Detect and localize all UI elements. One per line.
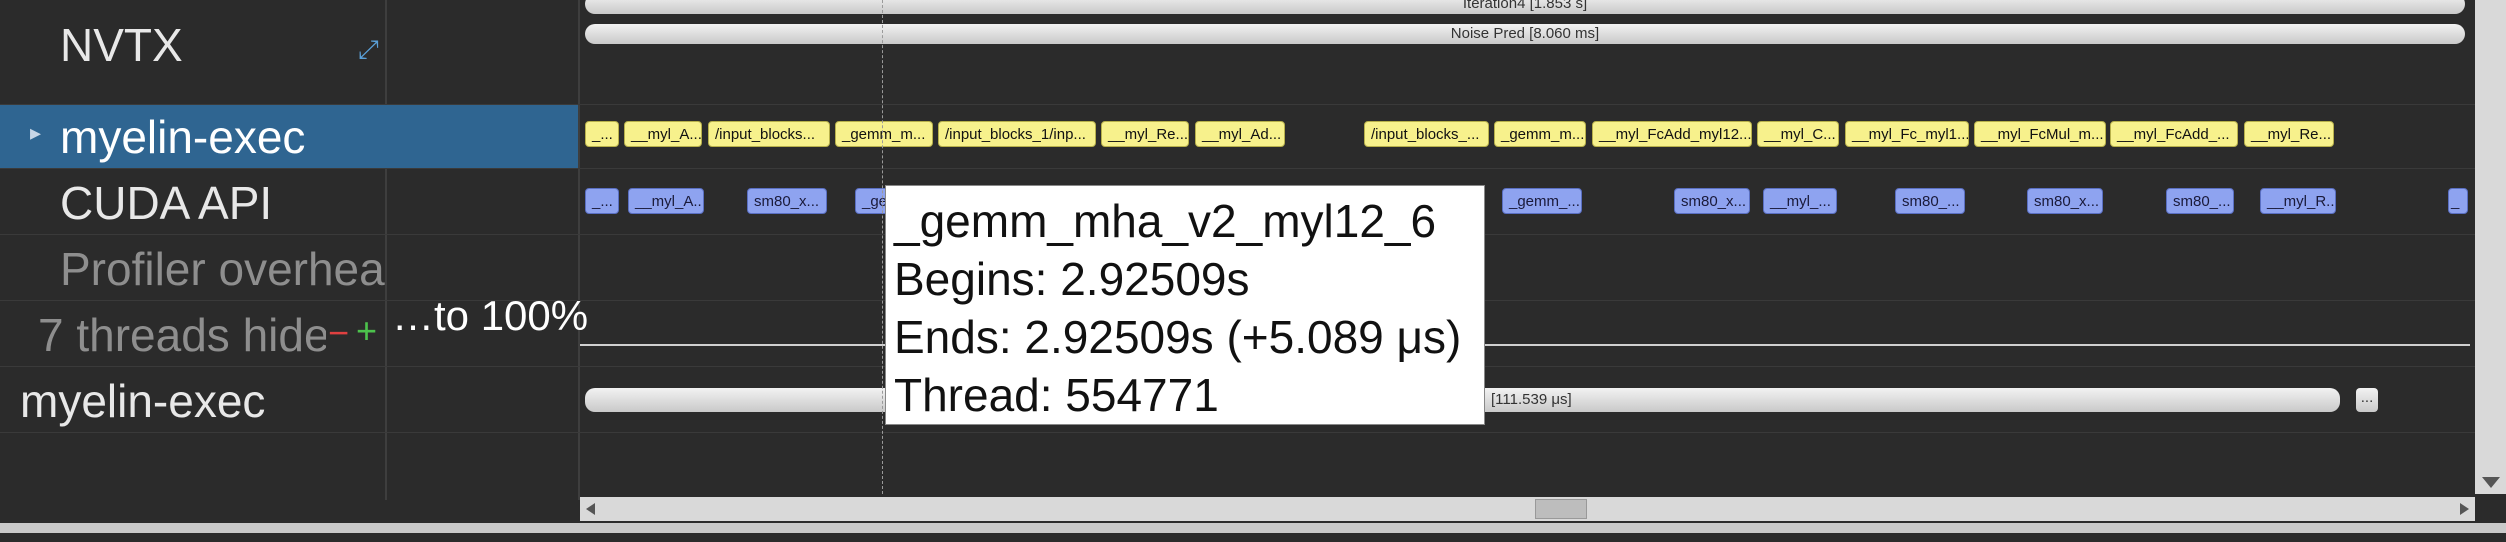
- horizontal-scrollbar[interactable]: [580, 497, 2475, 521]
- row-label-myelin-exec-thread[interactable]: myelin-exec: [20, 374, 265, 428]
- vertical-scrollbar[interactable]: [2475, 0, 2506, 494]
- kernel-range[interactable]: _gemm_m...: [835, 121, 933, 147]
- time-cursor-line: [882, 0, 883, 494]
- kernel-tooltip: _gemm_mha_v2_myl12_6 Begins: 2.92509s En…: [885, 185, 1485, 425]
- kernel-range[interactable]: __myl_Ad...: [1195, 121, 1285, 147]
- kernel-range[interactable]: /input_blocks...: [708, 121, 830, 147]
- kernel-range[interactable]: __myl_Fc_myl1...: [1845, 121, 1969, 147]
- cuda-api-call[interactable]: __myl_...: [1763, 188, 1837, 214]
- kernel-range[interactable]: _gemm_m...: [1494, 121, 1586, 147]
- kernel-range[interactable]: __myl_Re...: [2244, 121, 2334, 147]
- cuda-api-call[interactable]: __myl_A...: [628, 188, 704, 214]
- cuda-api-call[interactable]: sm80_x...: [1674, 188, 1750, 214]
- row-label-cuda-api[interactable]: CUDA API: [60, 176, 272, 230]
- kernel-range[interactable]: /input_blocks_...: [1364, 121, 1489, 147]
- scroll-right-arrow-icon[interactable]: [2460, 503, 2469, 515]
- row-label-myelin-exec[interactable]: myelin-exec: [60, 110, 305, 164]
- row-separator: [0, 432, 2475, 433]
- kernel-range[interactable]: __myl_C...: [1757, 121, 1839, 147]
- kernel-range[interactable]: __myl_FcAdd_myl12...: [1592, 121, 1752, 147]
- bottom-panel-border: [0, 523, 2506, 533]
- cuda-api-call[interactable]: _: [2448, 188, 2468, 214]
- row-separator: [0, 168, 2475, 169]
- zoom-to-100-label[interactable]: …to 100%: [392, 292, 588, 340]
- expand-icon[interactable]: ⤢: [358, 34, 379, 66]
- cuda-api-call[interactable]: __myl_R...: [2260, 188, 2336, 214]
- scroll-left-arrow-icon[interactable]: [586, 503, 595, 515]
- tooltip-thread: Thread: 554771: [894, 369, 1219, 421]
- kernel-range[interactable]: __myl_A...: [624, 121, 702, 147]
- tooltip-title: _gemm_mha_v2_myl12_6: [894, 195, 1437, 247]
- nvtx-noise-pred-range[interactable]: Noise Pred [8.060 ms]: [585, 24, 2465, 44]
- kernel-range[interactable]: __myl_FcAdd_...: [2110, 121, 2238, 147]
- thread-timeline-line: [580, 344, 2470, 346]
- kernel-range[interactable]: /input_blocks_1/inp...: [938, 121, 1096, 147]
- collapse-button[interactable]: −: [328, 312, 349, 354]
- scroll-down-arrow-icon[interactable]: [2482, 477, 2500, 488]
- more-button[interactable]: ...: [2356, 388, 2378, 412]
- cuda-api-call[interactable]: _...: [585, 188, 619, 214]
- nvtx-iteration-range[interactable]: Iteration4 [1.853 s]: [585, 0, 2465, 14]
- cuda-api-call[interactable]: sm80_...: [2166, 188, 2234, 214]
- tooltip-ends: Ends: 2.92509s (+5.089 μs): [894, 311, 1462, 363]
- column-divider: [385, 0, 387, 500]
- horizontal-scroll-thumb[interactable]: [1535, 499, 1587, 519]
- cuda-api-call[interactable]: sm80_...: [1895, 188, 1965, 214]
- kernel-range[interactable]: __myl_Re...: [1101, 121, 1189, 147]
- row-label-threads-hidden[interactable]: 7 threads hidе: [38, 308, 326, 362]
- kernel-range[interactable]: __myl_FcMul_m...: [1974, 121, 2106, 147]
- cuda-api-call[interactable]: sm80_x...: [2027, 188, 2103, 214]
- cuda-api-call[interactable]: _gemm_...: [1502, 188, 1582, 214]
- row-label-profiler-overhead[interactable]: Profiler overhea: [60, 242, 385, 296]
- column-divider: [578, 0, 580, 500]
- expand-arrow-icon[interactable]: ▸: [30, 120, 41, 146]
- tooltip-begins: Begins: 2.92509s: [894, 253, 1250, 305]
- row-label-nvtx[interactable]: NVTX: [60, 18, 183, 72]
- cuda-api-call[interactable]: sm80_x...: [747, 188, 827, 214]
- kernel-range[interactable]: _...: [585, 121, 619, 147]
- expand-button[interactable]: +: [356, 310, 377, 352]
